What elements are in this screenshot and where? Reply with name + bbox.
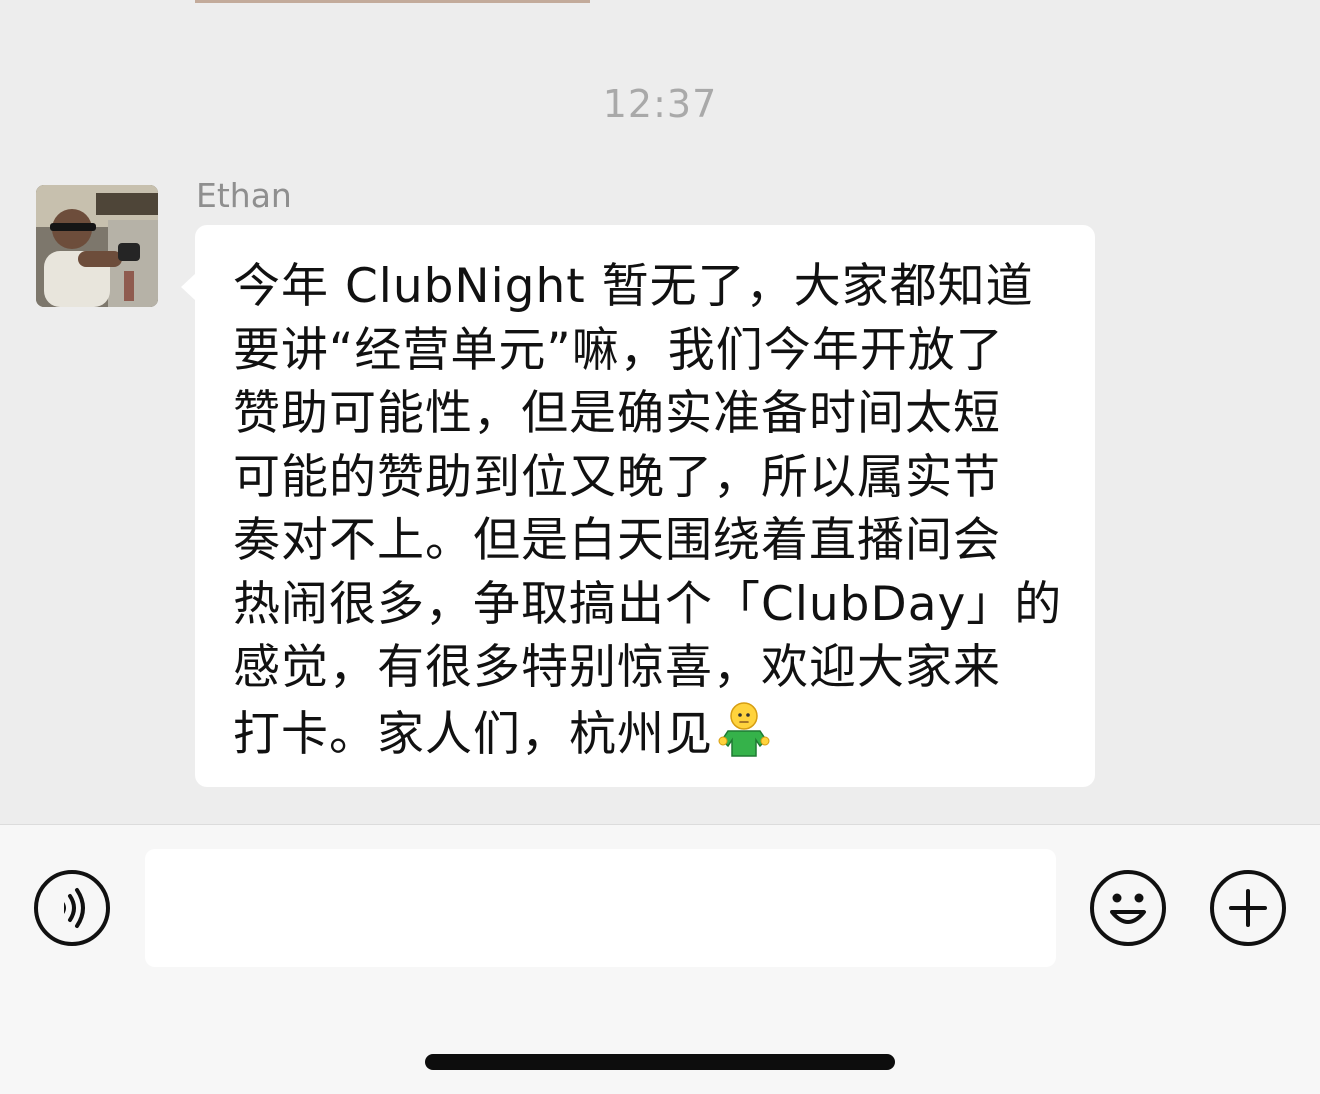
message-line: 要讲“经营单元”嘛，我们今年开放了 bbox=[233, 322, 1004, 378]
message-line: 感觉，有很多特别惊喜，欢迎大家来 bbox=[233, 640, 1001, 695]
message-line: 打卡。家人们，杭州见 bbox=[233, 706, 713, 762]
message-timestamp: 12:37 bbox=[602, 82, 718, 126]
smiley-face-icon bbox=[1090, 870, 1166, 946]
message-line: 可能的赞助到位又晚了，所以属实节 bbox=[233, 449, 1001, 505]
person-shrugging-emoji bbox=[713, 700, 775, 758]
message-bubble[interactable]: 今年 ClubNight 暂无了，大家都知道 要讲“经营单元”嘛，我们今年开放了… bbox=[181, 225, 1095, 787]
sender-avatar[interactable] bbox=[36, 185, 158, 307]
message-text: 今年 ClubNight 暂无了，大家都知道 要讲“经营单元”嘛，我们今年开放了… bbox=[233, 255, 1075, 766]
sender-name: Ethan bbox=[196, 176, 292, 215]
plus-icon bbox=[1210, 870, 1286, 946]
message-last-line: 打卡。家人们，杭州见 bbox=[233, 700, 1075, 767]
previous-image-message-edge bbox=[195, 0, 590, 3]
message-line: 今年 ClubNight 暂无了，大家都知道 bbox=[233, 259, 1034, 314]
more-options-button[interactable] bbox=[1208, 868, 1288, 948]
voice-icon bbox=[34, 870, 110, 946]
voice-input-button[interactable] bbox=[32, 868, 112, 948]
message-input[interactable] bbox=[145, 849, 1056, 967]
message-line: 奏对不上。但是白天围绕着直播间会 bbox=[233, 513, 1001, 568]
home-indicator[interactable] bbox=[425, 1054, 895, 1070]
message-line: 热闹很多，争取搞出个「ClubDay」的 bbox=[233, 576, 1063, 632]
message-line: 赞助可能性，但是确实准备时间太短 bbox=[233, 386, 1001, 441]
emoji-button[interactable] bbox=[1088, 868, 1168, 948]
avatar-photo bbox=[36, 185, 158, 307]
